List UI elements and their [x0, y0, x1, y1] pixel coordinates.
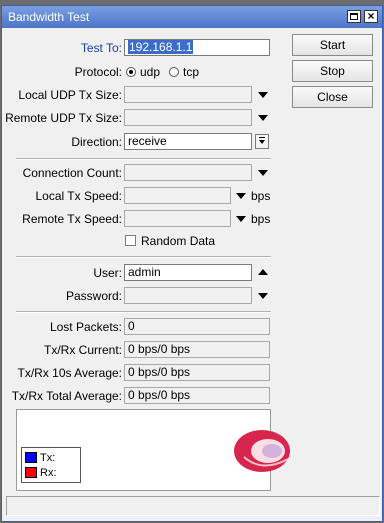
separator: [16, 311, 271, 313]
user-collapse-icon[interactable]: [258, 269, 268, 275]
close-icon[interactable]: ×: [364, 10, 378, 23]
password-input[interactable]: [124, 287, 252, 304]
connection-count-label: Connection Count:: [22, 166, 122, 180]
txrx-10s-average-label: Tx/Rx 10s Average:: [17, 366, 123, 380]
title-bar[interactable]: Bandwidth Test ×: [2, 6, 382, 28]
local-tx-speed-unit: bps: [251, 189, 271, 203]
legend-item-rx: Rx:: [25, 467, 57, 480]
local-tx-speed-dropdown-icon[interactable]: [236, 193, 246, 199]
window-title: Bandwidth Test: [8, 10, 90, 24]
local-udp-tx-size-input[interactable]: [124, 86, 252, 103]
txrx-total-average-value: 0 bps/0 bps: [124, 387, 270, 404]
status-bar: [6, 496, 380, 516]
txrx-current-label: Tx/Rx Current:: [43, 343, 122, 357]
graph-legend: Tx: Rx:: [21, 447, 81, 483]
txrx-10s-average-value: 0 bps/0 bps: [124, 364, 270, 381]
test-to-value: 192.168.1.1: [128, 40, 194, 54]
local-udp-tx-size-label: Local UDP Tx Size:: [18, 88, 122, 102]
remote-tx-speed-input[interactable]: [124, 210, 231, 227]
remote-udp-tx-size-input[interactable]: [124, 109, 252, 126]
local-tx-speed-label: Local Tx Speed:: [35, 189, 122, 203]
local-tx-speed-input[interactable]: [124, 187, 231, 204]
maximize-icon[interactable]: [347, 10, 361, 23]
tx-swatch: [25, 452, 37, 463]
legend-item-tx: Tx:: [25, 452, 55, 465]
password-label: Password:: [65, 289, 122, 303]
remote-tx-speed-dropdown-icon[interactable]: [236, 216, 246, 222]
test-to-input[interactable]: 192.168.1.1: [124, 39, 270, 56]
close-button[interactable]: Close: [292, 86, 373, 108]
mikrotik-logo-watermark-icon: [234, 430, 290, 472]
protocol-udp-label: udp: [140, 65, 161, 79]
rx-swatch: [25, 467, 37, 478]
bandwidth-graph: Tx: Rx:: [16, 409, 290, 491]
local-udp-tx-size-dropdown-icon[interactable]: [258, 92, 268, 98]
direction-dropdown-icon[interactable]: [255, 134, 269, 149]
lost-packets-value: 0: [124, 318, 270, 335]
separator: [16, 158, 271, 160]
direction-label: Direction:: [71, 135, 122, 149]
random-data-label: Random Data: [141, 234, 216, 248]
connection-count-input[interactable]: [124, 164, 252, 181]
separator: [16, 256, 271, 258]
bandwidth-test-window: Bandwidth Test × Start Stop Close Test T…: [1, 5, 383, 522]
user-input[interactable]: admin: [124, 264, 252, 281]
password-dropdown-icon[interactable]: [258, 293, 268, 299]
remote-tx-speed-label: Remote Tx Speed:: [22, 212, 122, 226]
direction-select[interactable]: receive: [124, 133, 252, 150]
lost-packets-label: Lost Packets:: [49, 320, 122, 334]
txrx-current-value: 0 bps/0 bps: [124, 341, 270, 358]
remote-tx-speed-unit: bps: [251, 212, 271, 226]
test-to-label: Test To:: [80, 41, 122, 55]
rx-legend-label: Rx:: [40, 467, 57, 479]
remote-udp-tx-size-label: Remote UDP Tx Size:: [5, 111, 122, 125]
connection-count-dropdown-icon[interactable]: [258, 170, 268, 176]
txrx-total-average-label: Tx/Rx Total Average:: [11, 389, 122, 403]
protocol-label: Protocol:: [74, 65, 122, 79]
protocol-tcp-radio[interactable]: [169, 67, 179, 77]
user-label: User:: [93, 266, 122, 280]
remote-udp-tx-size-dropdown-icon[interactable]: [258, 115, 268, 121]
protocol-tcp-label: tcp: [183, 65, 200, 79]
random-data-checkbox[interactable]: [125, 235, 136, 246]
start-button[interactable]: Start: [292, 34, 373, 56]
tx-legend-label: Tx:: [40, 452, 56, 464]
protocol-udp-radio[interactable]: [126, 67, 136, 77]
stop-button[interactable]: Stop: [292, 60, 373, 82]
